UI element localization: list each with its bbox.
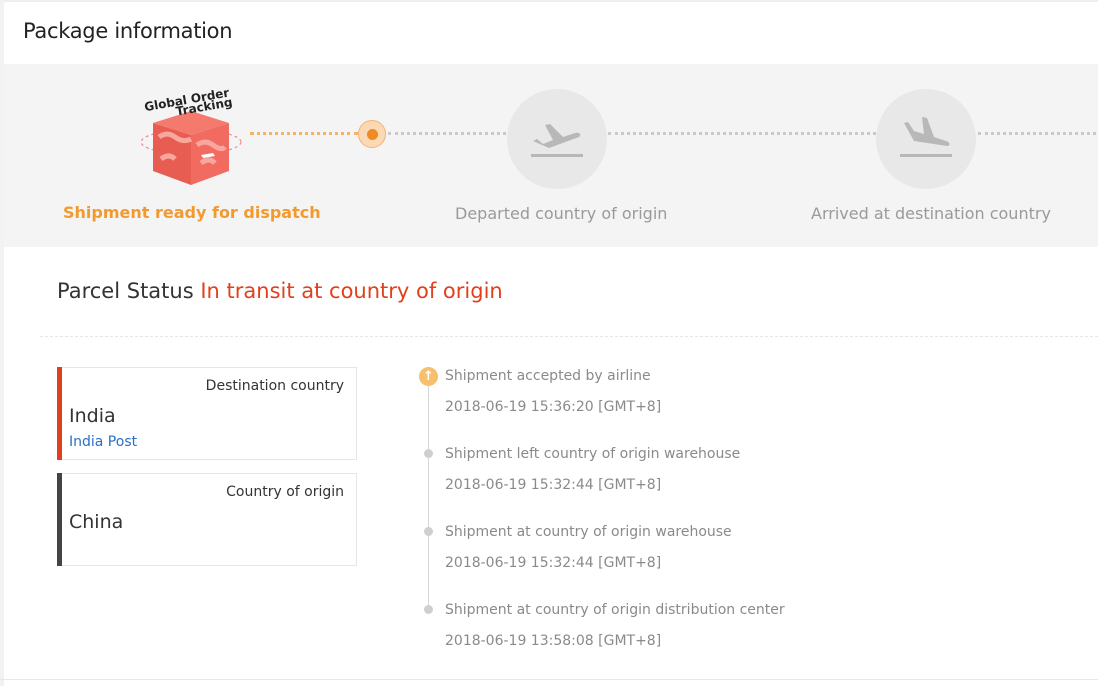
progress-line-pending-2 — [608, 132, 876, 135]
step-label-arrived: Arrived at destination country — [811, 204, 1051, 223]
timeline-event-title: Shipment accepted by airline — [445, 368, 651, 384]
plane-arrival-icon — [900, 117, 952, 157]
timeline-event-title: Shipment left country of origin warehous… — [445, 446, 741, 462]
progress-line-pending-1 — [388, 132, 506, 135]
timeline-dot — [424, 527, 433, 536]
bottom-border — [0, 679, 1098, 680]
timeline-event-time: 2018-06-19 13:58:08 [GMT+8] — [445, 633, 662, 649]
destination-country-card: Destination country India India Post — [57, 367, 357, 460]
current-step-marker — [358, 120, 386, 148]
top-border — [0, 0, 1098, 2]
destination-carrier-link[interactable]: India Post — [69, 434, 137, 450]
origin-country-label: Country of origin — [226, 484, 344, 500]
origin-accent-bar — [57, 473, 62, 566]
destination-country-label: Destination country — [205, 378, 344, 394]
parcel-status-value: In transit at country of origin — [200, 279, 503, 303]
timeline-event-title: Shipment at country of origin warehouse — [445, 524, 732, 540]
plane-arrival-circle — [876, 89, 976, 189]
timeline-dot — [424, 449, 433, 458]
origin-country-name: China — [69, 511, 124, 533]
timeline-event-title: Shipment at country of origin distributi… — [445, 602, 785, 618]
timeline-event-time: 2018-06-19 15:32:44 [GMT+8] — [445, 477, 662, 493]
step-label-departed: Departed country of origin — [455, 204, 668, 223]
destination-country-name: India — [69, 405, 116, 427]
timeline-event-time: 2018-06-19 15:32:44 [GMT+8] — [445, 555, 662, 571]
page-title: Package information — [23, 19, 233, 43]
timeline-line — [428, 384, 429, 610]
package-information-page: Package information Global Order Trackin… — [0, 0, 1098, 686]
arrow-up-icon: ↑ — [423, 369, 434, 384]
step-label-ready: Shipment ready for dispatch — [63, 203, 321, 222]
progress-line-complete — [250, 132, 358, 135]
timeline-event-time: 2018-06-19 15:36:20 [GMT+8] — [445, 399, 662, 415]
timeline-dot — [424, 605, 433, 614]
parcel-status: Parcel Status In transit at country of o… — [57, 279, 503, 303]
progress-line-pending-3 — [978, 132, 1096, 135]
section-divider — [40, 336, 1098, 337]
timeline-latest-marker: ↑ — [419, 367, 438, 386]
global-order-tracking-logo: Global Order Tracking — [131, 75, 251, 190]
package-box-logo-icon: Global Order Tracking — [140, 85, 242, 185]
destination-accent-bar — [57, 367, 62, 460]
plane-departure-circle — [507, 89, 607, 189]
parcel-status-label: Parcel Status — [57, 279, 194, 303]
plane-departure-icon — [531, 124, 583, 157]
origin-country-card: Country of origin China — [57, 473, 357, 566]
